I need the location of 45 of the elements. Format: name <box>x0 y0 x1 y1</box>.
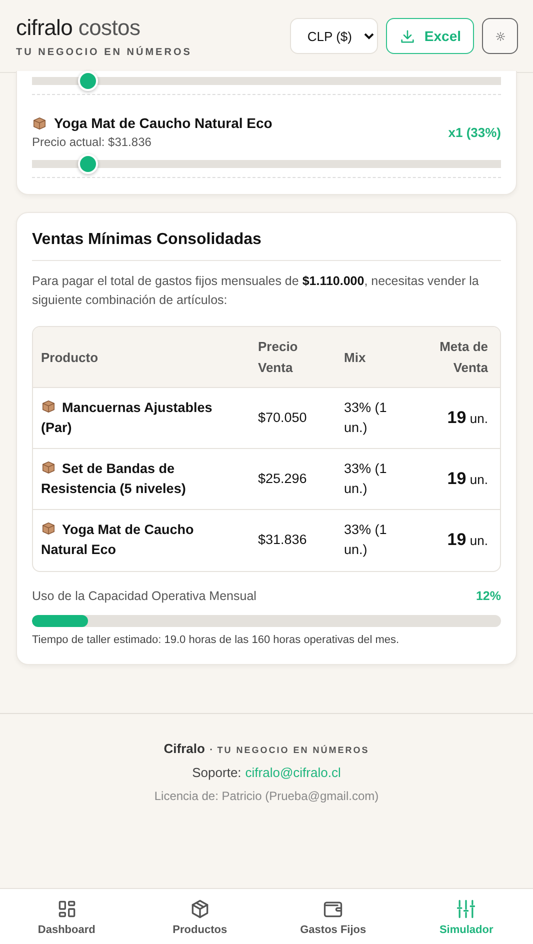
footer-brand: Cifralo <box>164 740 205 756</box>
table-cell-text: Yoga Mat de Caucho Natural Eco <box>41 520 195 560</box>
table-cell-text: Mancuernas Ajustables (Par) <box>41 398 214 437</box>
table-cell: 33% (1 un.) <box>344 400 387 435</box>
table-cell: 19 un. <box>447 410 488 426</box>
logo-wordmark: cifralo costos <box>16 14 142 40</box>
capacity-value: 12% <box>476 588 501 602</box>
table-cell: $31.836 <box>258 532 307 548</box>
table-cell: 33% (1 un.) <box>344 461 387 496</box>
column-header: Precio Venta <box>250 327 336 388</box>
nav-tab[interactable]: Dashboard <box>0 889 134 944</box>
settings-button[interactable] <box>482 18 518 54</box>
capacity-note: Tiempo de taller estimado: 19.0 horas de las 160 horas operativas del mes. <box>32 634 400 646</box>
box-icon <box>32 116 47 130</box>
sliders-icon <box>455 898 478 920</box>
table-cell: $25.296 <box>258 471 307 486</box>
table-cell: 33% (1 un.) <box>344 522 387 558</box>
price-label: Precio actual: $31.836 <box>32 135 152 149</box>
section-title: Ventas Mínimas Consolidadas <box>32 231 501 261</box>
column-header: Mix <box>336 327 420 388</box>
table-cell-text: Set de Bandas de Resistencia (5 niveles) <box>41 459 187 498</box>
column-header: Producto <box>33 327 250 388</box>
product-name: Yoga Mat de Caucho Natural Eco <box>54 115 272 131</box>
box-icon <box>41 399 56 414</box>
nav-tab[interactable]: Gastos Fijos <box>266 889 400 944</box>
table-cell: 19 un. <box>447 472 488 486</box>
separator: · <box>208 740 214 756</box>
slider-thumb[interactable] <box>78 154 98 174</box>
footer-tagline: TU NEGOCIO EN NÚMEROS <box>217 744 370 754</box>
license-text: Licencia de: Patricio (Prueba@gmail.com) <box>154 788 379 802</box>
box-icon <box>41 460 56 475</box>
column-header: Meta de Venta <box>420 327 500 388</box>
mix-share: x1 (33%) <box>448 124 501 140</box>
description: Para pagar el total de gastos fijos mensuales de $1.110.000, necesitas vender la siguiente combinación de artículos: <box>32 273 480 309</box>
settings-icon <box>494 30 506 42</box>
currency-select[interactable]: CLP ($) <box>290 18 378 54</box>
capacity-label: Uso de la Capacidad Operativa Mensual <box>32 588 256 602</box>
table-cell: 19 un. <box>447 532 488 548</box>
download-icon <box>399 28 416 44</box>
support-label: Soporte: <box>192 764 242 780</box>
slider-thumb[interactable] <box>78 71 98 91</box>
box-icon <box>41 521 56 536</box>
tagline: TU NEGOCIO EN NÚMEROS <box>16 46 192 58</box>
table-cell: $70.050 <box>258 410 307 425</box>
nav-tab[interactable]: Productos <box>133 889 266 944</box>
